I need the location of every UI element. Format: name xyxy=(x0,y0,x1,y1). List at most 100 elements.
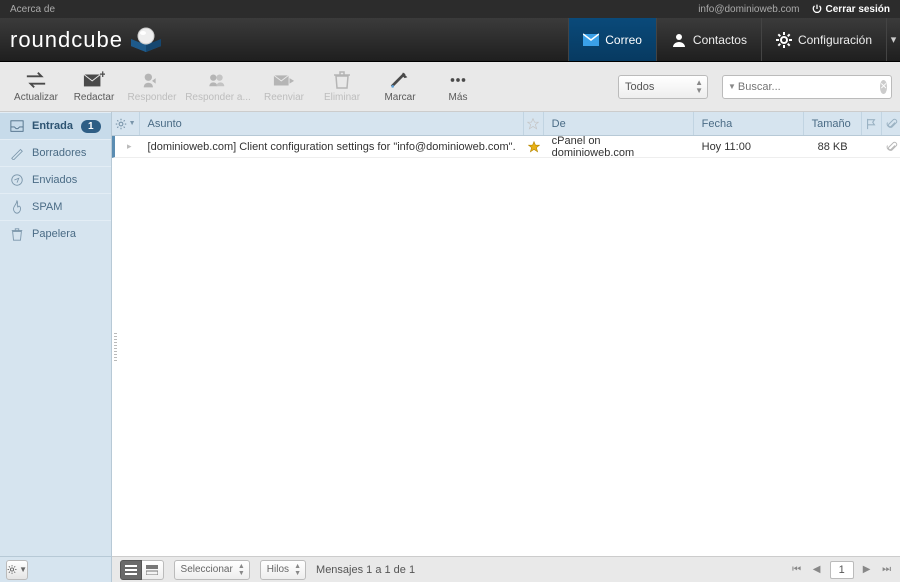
message-flag[interactable] xyxy=(862,136,882,157)
message-star[interactable] xyxy=(524,136,544,157)
mark-icon xyxy=(389,70,411,90)
header-menu-arrow[interactable]: ▾ xyxy=(886,18,900,61)
tab-settings[interactable]: Configuración xyxy=(761,18,886,61)
gear-icon xyxy=(115,118,127,130)
about-link[interactable]: Acerca de xyxy=(10,4,55,15)
svg-text:+: + xyxy=(100,70,106,81)
threads-menu[interactable]: Hilos▲▼ xyxy=(260,560,306,580)
mark-button[interactable]: Marcar xyxy=(372,64,428,110)
page-number[interactable]: 1 xyxy=(830,561,854,579)
filter-select[interactable]: Todos ▲▼ xyxy=(618,75,708,99)
trash-icon xyxy=(10,227,24,241)
person-icon xyxy=(671,32,687,48)
refresh-button[interactable]: Actualizar xyxy=(8,64,64,110)
unread-badge: 1 xyxy=(81,120,101,133)
folder-drafts[interactable]: Borradores xyxy=(0,139,111,166)
list-footer: Seleccionar▲▼ Hilos▲▼ Mensajes 1 a 1 de … xyxy=(112,556,900,582)
folder-inbox[interactable]: Entrada 1 xyxy=(0,112,111,139)
page-first-button[interactable]: ⏮ xyxy=(790,563,804,577)
message-date: Hoy 11:00 xyxy=(694,136,804,157)
pencil-icon xyxy=(10,146,24,160)
top-bar: Acerca de info@dominioweb.com Cerrar ses… xyxy=(0,0,900,18)
col-date[interactable]: Fecha xyxy=(694,112,804,135)
filter-label: Todos xyxy=(625,81,654,93)
col-from[interactable]: De xyxy=(544,112,694,135)
view-toggle xyxy=(120,560,164,580)
folder-sidebar: Entrada 1 Borradores Enviados SPAM Papel… xyxy=(0,112,112,582)
list-status-text: Mensajes 1 a 1 de 1 xyxy=(316,564,415,576)
brand-logo: roundcube xyxy=(10,18,163,61)
page-prev-button[interactable]: ◀ xyxy=(810,563,824,577)
search-scope-arrow[interactable]: ▼ xyxy=(728,82,736,91)
gear-icon xyxy=(776,32,792,48)
gear-icon xyxy=(7,564,17,575)
message-subject: [dominioweb.com] Client configuration se… xyxy=(140,136,524,157)
message-row[interactable]: ▸ [dominioweb.com] Client configuration … xyxy=(112,136,900,158)
search-bar[interactable]: ▼ ✕ xyxy=(722,75,892,99)
current-user-email: info@dominioweb.com xyxy=(698,4,799,15)
compose-icon: + xyxy=(83,70,105,90)
trash-icon xyxy=(331,70,353,90)
search-clear-button[interactable]: ✕ xyxy=(880,80,888,94)
message-list-header: ▼ Asunto De Fecha Tamaño xyxy=(112,112,900,136)
col-attachment[interactable] xyxy=(882,112,900,135)
reply-icon xyxy=(141,70,163,90)
mail-toolbar: Actualizar + Redactar Responder Responde… xyxy=(0,62,900,112)
split-icon xyxy=(146,565,158,575)
pager: ⏮ ◀ 1 ▶ ⏭ xyxy=(790,561,894,579)
view-split-button[interactable] xyxy=(142,560,164,580)
folder-sent[interactable]: Enviados xyxy=(0,166,111,193)
delete-button: Eliminar xyxy=(314,64,370,110)
more-icon xyxy=(447,70,469,90)
folder-trash[interactable]: Papelera xyxy=(0,220,111,247)
mail-icon xyxy=(583,32,599,48)
cube-icon xyxy=(129,26,163,54)
thread-toggle[interactable]: ▸ xyxy=(115,136,140,157)
refresh-icon xyxy=(25,70,47,90)
reply-all-icon xyxy=(207,70,229,90)
tab-settings-label: Configuración xyxy=(798,33,872,47)
power-icon xyxy=(812,4,822,14)
tab-mail[interactable]: Correo xyxy=(568,18,656,61)
col-subject[interactable]: Asunto xyxy=(140,112,524,135)
tab-contacts-label: Contactos xyxy=(693,33,747,47)
message-list-empty-area xyxy=(112,158,900,556)
forward-icon xyxy=(273,70,295,90)
list-icon xyxy=(125,565,137,575)
logout-label: Cerrar sesión xyxy=(826,4,890,15)
more-button[interactable]: Más xyxy=(430,64,486,110)
forward-button: Reenviar xyxy=(256,64,312,110)
select-menu[interactable]: Seleccionar▲▼ xyxy=(174,560,250,580)
logout-button[interactable]: Cerrar sesión xyxy=(812,4,890,15)
reply-all-button: Responder a... xyxy=(182,64,254,110)
search-input[interactable] xyxy=(738,81,880,93)
sent-icon xyxy=(10,173,24,187)
message-list-pane: ▼ Asunto De Fecha Tamaño ▸ [dominioweb.c… xyxy=(112,112,900,582)
page-last-button[interactable]: ⏭ xyxy=(880,563,894,577)
star-icon xyxy=(527,118,539,130)
message-attachment xyxy=(882,136,900,157)
view-list-button[interactable] xyxy=(120,560,142,580)
main-area: Entrada 1 Borradores Enviados SPAM Papel… xyxy=(0,112,900,582)
tab-mail-label: Correo xyxy=(605,33,642,47)
column-settings-button[interactable]: ▼ xyxy=(112,112,140,135)
inbox-icon xyxy=(10,119,24,133)
page-next-button[interactable]: ▶ xyxy=(860,563,874,577)
col-size[interactable]: Tamaño xyxy=(804,112,862,135)
tab-contacts[interactable]: Contactos xyxy=(656,18,761,61)
compose-button[interactable]: + Redactar xyxy=(66,64,122,110)
fire-icon xyxy=(10,200,24,214)
col-star[interactable] xyxy=(524,112,544,135)
sidebar-footer: ▼ xyxy=(0,556,111,582)
star-icon xyxy=(528,141,540,153)
folder-spam[interactable]: SPAM xyxy=(0,193,111,220)
col-flag[interactable] xyxy=(862,112,882,135)
reply-button: Responder xyxy=(124,64,180,110)
paperclip-icon xyxy=(886,141,898,153)
main-tabs: Correo Contactos Configuración ▾ xyxy=(568,18,900,61)
folder-settings-button[interactable]: ▼ xyxy=(6,560,28,580)
app-header: roundcube Correo Contactos Configuración… xyxy=(0,18,900,62)
message-size: 88 KB xyxy=(804,136,862,157)
flag-icon xyxy=(865,118,877,130)
paperclip-icon xyxy=(886,118,898,130)
